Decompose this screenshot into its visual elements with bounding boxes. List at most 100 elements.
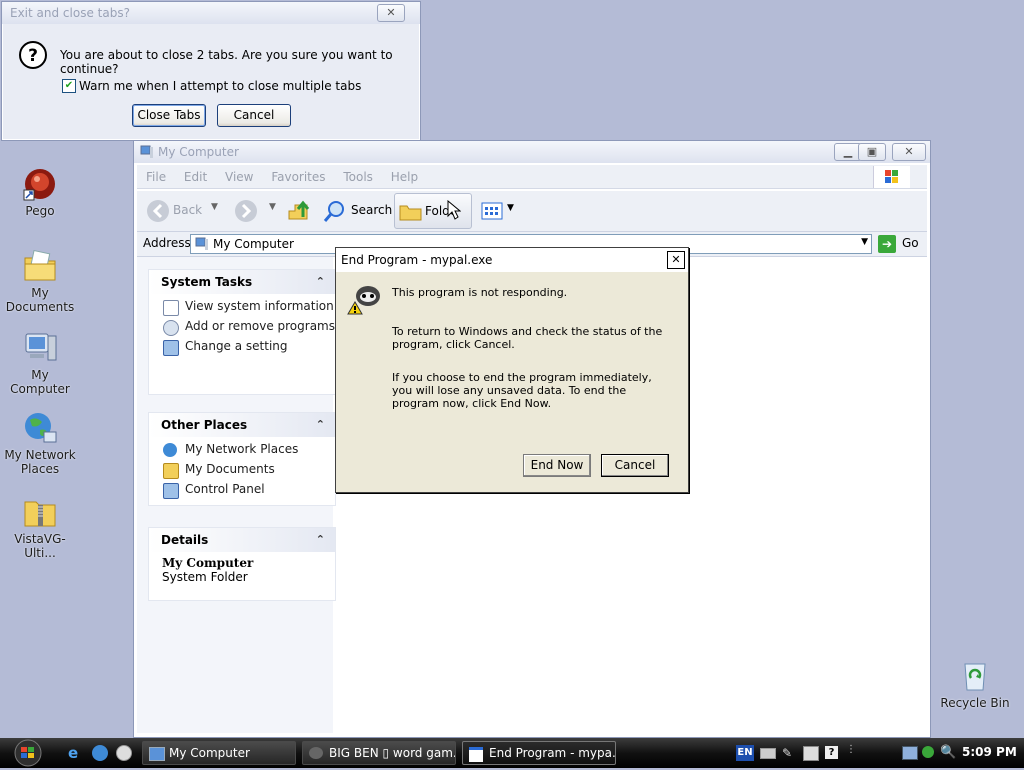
search-button[interactable]: Search <box>321 199 392 223</box>
my-computer-titlebar[interactable]: My Computer ▁ ▣ ✕ <box>134 141 930 163</box>
forward-dropdown-icon[interactable]: ▼ <box>269 202 276 212</box>
taskbar-item-end-program[interactable]: End Program - mypa... <box>462 741 616 765</box>
warn-checkbox-label[interactable]: Warn me when I attempt to close multiple… <box>79 79 361 93</box>
place-network[interactable]: My Network Places <box>149 442 335 457</box>
desktop-icon-label: My Network Places <box>4 448 76 476</box>
place-label: Control Panel <box>185 482 265 496</box>
collapse-chevron-icon[interactable]: ⌃ <box>316 528 325 552</box>
computer-icon <box>22 330 58 366</box>
desktop-icon-pego[interactable]: Pego <box>0 166 80 218</box>
not-responding-text: This program is not responding. <box>392 286 568 299</box>
quicklaunch-browser-icon[interactable] <box>92 745 108 761</box>
desktop-icon-my-network-places[interactable]: My Network Places <box>0 410 80 476</box>
forward-arrow-icon <box>235 200 257 222</box>
end-program-title: End Program - mypal.exe <box>341 253 493 267</box>
up-arrow-icon <box>288 200 310 220</box>
recycle-bin-icon <box>957 658 993 694</box>
svg-text:?: ? <box>28 46 38 66</box>
task-view-system-info[interactable]: View system information <box>149 299 335 316</box>
details-type: System Folder <box>162 570 248 584</box>
raccoon-task-icon <box>309 747 323 759</box>
close-tabs-titlebar[interactable]: Exit and close tabs? ✕ <box>2 2 420 24</box>
views-button[interactable]: ▼ <box>479 199 519 223</box>
cancel-instructions-text: To return to Windows and check the statu… <box>392 325 663 351</box>
desktop-icon-recycle-bin[interactable]: Recycle Bin <box>935 658 1015 710</box>
end-program-titlebar[interactable]: End Program - mypal.exe ✕ <box>336 248 688 272</box>
folders-icon <box>399 205 422 221</box>
task-add-remove-programs[interactable]: Add or remove programs <box>149 319 335 336</box>
address-label: Address <box>143 236 191 250</box>
close-tabs-dialog: Exit and close tabs? ✕ ? You are about t… <box>1 1 421 141</box>
add-remove-icon <box>163 320 179 336</box>
menu-help[interactable]: Help <box>391 170 418 184</box>
desktop-icon-my-computer[interactable]: My Computer <box>0 330 80 396</box>
my-computer-task-icon <box>149 747 165 761</box>
collapse-chevron-icon[interactable]: ⌃ <box>316 270 325 294</box>
menu-favorites[interactable]: Favorites <box>271 170 325 184</box>
tray-options-icon[interactable]: ⋮ <box>846 744 856 755</box>
other-places-panel: Other Places ⌃ My Network Places My Docum… <box>148 412 336 506</box>
tablet-icon[interactable] <box>803 746 819 761</box>
details-panel: Details ⌃ My Computer System Folder <box>148 527 336 601</box>
help-icon[interactable]: ? <box>825 746 838 759</box>
up-folder-button[interactable] <box>287 199 313 223</box>
close-tabs-cancel-button[interactable]: Cancel <box>217 104 291 127</box>
keyboard-icon[interactable] <box>760 748 776 759</box>
task-change-setting[interactable]: Change a setting <box>149 339 335 356</box>
mouse-cursor-icon <box>447 200 461 220</box>
desktop-icon-my-documents[interactable]: My Documents <box>0 248 80 314</box>
other-places-header[interactable]: Other Places ⌃ <box>149 413 335 437</box>
back-arrow-icon <box>147 200 169 222</box>
menu-file[interactable]: File <box>146 170 166 184</box>
views-dropdown-icon: ▼ <box>507 203 514 213</box>
place-documents[interactable]: My Documents <box>149 462 335 479</box>
system-tasks-header[interactable]: System Tasks ⌃ <box>149 270 335 294</box>
windows-logo-icon <box>873 166 910 188</box>
sound-tray-icon[interactable]: 🔍 <box>940 745 956 760</box>
close-tabs-message: You are about to close 2 tabs. Are you s… <box>60 48 393 76</box>
my-computer-small-icon <box>195 237 208 250</box>
clock[interactable]: 5:09 PM <box>962 745 1017 759</box>
go-arrow-icon: ➔ <box>878 235 896 253</box>
menu-edit[interactable]: Edit <box>184 170 207 184</box>
views-grid-icon <box>481 202 503 220</box>
maximize-button[interactable]: ▣ <box>858 143 886 161</box>
menu-tools[interactable]: Tools <box>343 170 373 184</box>
security-tray-icon[interactable] <box>922 746 934 758</box>
my-computer-title-icon <box>140 145 154 162</box>
start-button[interactable] <box>6 739 46 767</box>
language-indicator[interactable]: EN <box>736 745 754 761</box>
folders-button[interactable]: Folders <box>394 193 472 229</box>
question-icon: ? <box>18 40 48 73</box>
quicklaunch-media-icon[interactable] <box>116 745 132 761</box>
address-dropdown-icon[interactable]: ▼ <box>861 237 868 247</box>
end-program-cancel-button[interactable]: Cancel <box>601 454 669 477</box>
end-now-button[interactable]: End Now <box>523 454 591 477</box>
pen-icon[interactable]: ✎ <box>782 746 792 760</box>
desktop-icon-vistavg[interactable]: VistaVG-Ulti... <box>0 494 80 560</box>
menu-view[interactable]: View <box>225 170 253 184</box>
back-dropdown-icon[interactable]: ▼ <box>211 202 218 212</box>
go-button[interactable]: ➔ Go <box>878 234 926 254</box>
taskbar-item-big-ben[interactable]: BIG BEN ▯ word gam... <box>302 741 456 765</box>
internet-explorer-icon[interactable]: e <box>68 745 84 761</box>
search-icon <box>323 201 344 222</box>
back-button[interactable]: Back ▼ <box>145 199 225 223</box>
desktop-icon-label: Recycle Bin <box>940 696 1010 710</box>
close-button[interactable]: ✕ <box>892 143 926 161</box>
close-tabs-button[interactable]: Close Tabs <box>132 104 206 127</box>
network-tray-icon[interactable] <box>902 746 918 760</box>
collapse-chevron-icon[interactable]: ⌃ <box>316 413 325 437</box>
other-places-title: Other Places <box>161 418 248 432</box>
close-tabs-close-button[interactable]: ✕ <box>377 4 405 22</box>
forward-button[interactable]: ▼ <box>233 199 283 223</box>
details-header[interactable]: Details ⌃ <box>149 528 335 552</box>
window-task-icon <box>469 747 483 762</box>
system-info-icon <box>163 300 179 316</box>
end-program-close-button[interactable]: ✕ <box>667 251 685 269</box>
place-control-panel[interactable]: Control Panel <box>149 482 335 499</box>
network-globe-icon <box>22 410 58 446</box>
taskbar-item-my-computer[interactable]: My Computer <box>142 741 296 765</box>
system-tasks-title: System Tasks <box>161 275 253 289</box>
warn-checkbox[interactable]: ✔ <box>62 79 76 93</box>
